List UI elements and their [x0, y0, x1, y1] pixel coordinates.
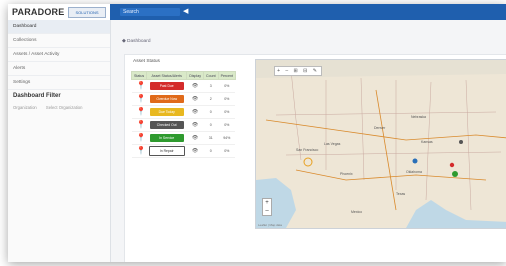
- count-cell: 2: [203, 92, 219, 106]
- display-toggle-icon[interactable]: 👁: [192, 109, 198, 115]
- collapse-arrow-icon[interactable]: ◀: [183, 8, 191, 16]
- map-pin-icon: 📍: [136, 133, 147, 142]
- sidebar-item-dashboard[interactable]: Dashboard: [8, 20, 110, 34]
- map-pin-icon: 📍: [136, 120, 147, 129]
- table-row: 📍 In Service 👁 31 94%: [131, 131, 236, 145]
- percent-cell: 0%: [218, 118, 236, 132]
- map-label: Mexico: [351, 210, 363, 214]
- display-toggle-icon[interactable]: 👁: [192, 148, 198, 154]
- map-pin-icon: 📍: [136, 146, 147, 155]
- col-header-count: Count: [203, 71, 219, 80]
- map-pin-icon: 📍: [136, 107, 147, 116]
- logo-badge: SOLUTIONS: [68, 7, 106, 18]
- col-header-display: Display: [186, 71, 204, 80]
- search-tab[interactable]: Search: [120, 8, 180, 16]
- app-logo: PARADORE: [12, 7, 65, 17]
- map-label: Oklahoma: [406, 170, 422, 174]
- map-label: San Francisco: [296, 148, 319, 152]
- main-content: ◆ Dashboard Asset Status Status Asset St…: [118, 24, 506, 262]
- map-attribution: Leaflet | Map data: [258, 223, 282, 227]
- status-badge[interactable]: In Repair: [148, 146, 185, 156]
- display-toggle-icon[interactable]: 👁: [192, 122, 198, 128]
- organization-filter-select[interactable]: Select Organization: [46, 105, 83, 110]
- organization-filter-label: Organization: [13, 105, 37, 111]
- display-toggle-icon[interactable]: 👁: [192, 83, 198, 89]
- count-cell: 0: [203, 105, 219, 119]
- count-cell: 31: [203, 131, 219, 145]
- status-badge[interactable]: Overdue Now: [149, 95, 184, 103]
- percent-cell: 0%: [218, 105, 236, 119]
- col-header-percent: Percent: [217, 71, 236, 80]
- table-row: 📍 In Repair 👁 0 0%: [131, 144, 236, 158]
- map-label: Phoenix: [340, 172, 353, 176]
- sidebar: Dashboard Collections Assets / Asset Act…: [8, 20, 111, 262]
- percent-cell: 0%: [218, 79, 236, 93]
- map-label: Kansas: [421, 140, 433, 144]
- sidebar-item-assets[interactable]: Assets / Asset Activity: [8, 48, 110, 62]
- app-window: PARADORE SOLUTIONS Search ◀ Dashboard Co…: [8, 4, 506, 262]
- status-badge[interactable]: In Service: [149, 134, 184, 142]
- display-toggle-icon[interactable]: 👁: [192, 135, 198, 141]
- table-row: 📍 Due Today 👁 0 0%: [131, 105, 236, 119]
- table-row: 📍 Overdue Now 👁 2 0%: [131, 92, 236, 106]
- us-map: [256, 60, 506, 228]
- map-view[interactable]: + – ⊞ ⊟ ✎ + – San Francisco Las Vegas Ph…: [255, 59, 506, 229]
- table-row: 📍 Checked Out 👁 0 0%: [131, 118, 236, 132]
- status-badge[interactable]: Checked Out: [149, 121, 184, 129]
- col-header-asset-status: Asset Status/Alerts: [146, 71, 188, 80]
- sidebar-item-collections[interactable]: Collections: [8, 34, 110, 48]
- breadcrumb[interactable]: ◆ Dashboard: [122, 39, 151, 44]
- percent-cell: 0%: [218, 92, 236, 106]
- map-label: Denver: [374, 126, 386, 130]
- zoom-out-button[interactable]: –: [263, 207, 271, 215]
- logo-area: PARADORE SOLUTIONS: [8, 4, 110, 20]
- map-label: Las Vegas: [324, 142, 341, 146]
- panel-title: Asset Status: [133, 59, 160, 64]
- status-badge[interactable]: Due Today: [149, 108, 184, 116]
- count-cell: 0: [203, 144, 219, 158]
- table-row: 📍 Past Due 👁 3 0%: [131, 79, 236, 93]
- map-toolbar[interactable]: + – ⊞ ⊟ ✎: [274, 66, 322, 76]
- map-pin-icon: 📍: [136, 94, 147, 103]
- organization-filter[interactable]: Organization Select Organization: [13, 105, 110, 115]
- map-label: Nebraska: [411, 115, 426, 119]
- col-header-status: Status: [130, 71, 148, 80]
- sidebar-item-alerts[interactable]: Alerts: [8, 62, 110, 76]
- percent-cell: 0%: [218, 144, 236, 158]
- status-badge[interactable]: Past Due: [149, 82, 184, 90]
- status-table: Status Asset Status/Alerts Display Count…: [130, 71, 236, 158]
- map-pin-icon: 📍: [136, 81, 147, 90]
- dashboard-filter-header: Dashboard Filter: [13, 93, 61, 99]
- top-bar: PARADORE SOLUTIONS Search ◀: [8, 4, 506, 20]
- display-toggle-icon[interactable]: 👁: [192, 96, 198, 102]
- zoom-in-button[interactable]: +: [263, 199, 271, 207]
- map-label: Texas: [396, 192, 406, 196]
- count-cell: 3: [203, 79, 219, 93]
- sidebar-item-settings[interactable]: Settings: [8, 76, 110, 90]
- zoom-control[interactable]: + –: [262, 198, 272, 216]
- percent-cell: 94%: [218, 131, 236, 145]
- asset-status-panel: Asset Status Status Asset Status/Alerts …: [124, 54, 506, 262]
- count-cell: 0: [203, 118, 219, 132]
